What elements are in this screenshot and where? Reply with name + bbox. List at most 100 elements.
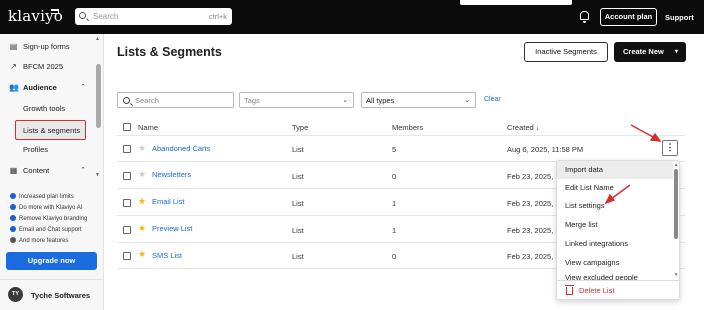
- list-name-link[interactable]: Email List: [152, 197, 185, 206]
- account-name[interactable]: Tyche Softwares: [31, 291, 90, 300]
- menu-item-merge-list[interactable]: Merge list: [557, 216, 673, 234]
- menu-item-view-excluded-people[interactable]: View excluded people: [557, 271, 673, 280]
- star-icon[interactable]: ★: [138, 197, 146, 206]
- promo-item: Increased plan limits: [10, 193, 74, 200]
- list-created: Feb 23, 2025, 3:: [507, 226, 562, 235]
- sidebar-item-lists-segments[interactable]: Lists & segments: [15, 120, 86, 140]
- list-members: 0: [392, 172, 397, 181]
- support-link[interactable]: Support: [665, 13, 694, 22]
- sidebar-scroll-up-icon[interactable]: ▲: [95, 36, 100, 42]
- check-icon: [10, 193, 16, 199]
- list-name-link[interactable]: Abandoned Carts: [152, 144, 210, 153]
- menu-item-import-data[interactable]: Import data: [557, 161, 673, 179]
- menu-scrollbar[interactable]: [674, 169, 678, 239]
- column-header-created[interactable]: Created ↓: [507, 123, 540, 132]
- list-name-link[interactable]: Preview List: [152, 224, 192, 233]
- row-checkbox[interactable]: [123, 172, 131, 180]
- type-select[interactable]: All types ⌄: [361, 92, 476, 108]
- bell-icon[interactable]: [580, 11, 589, 23]
- account-plan-button[interactable]: Account plan: [600, 8, 657, 26]
- star-icon[interactable]: ★: [138, 224, 146, 233]
- list-created: Feb 23, 2025, 3:: [507, 172, 562, 181]
- list-type: List: [292, 145, 304, 154]
- list-type: List: [292, 252, 304, 261]
- inactive-segments-button[interactable]: Inactive Segments: [524, 42, 608, 62]
- column-header-members[interactable]: Members: [392, 123, 423, 132]
- sidebar-item-label: BFCM 2025: [23, 62, 64, 71]
- search-shortcut-hint: ctrl+k: [208, 12, 227, 21]
- star-icon[interactable]: ★: [138, 250, 146, 259]
- delete-list-label: Delete List: [579, 286, 615, 295]
- row-checkbox[interactable]: [123, 226, 131, 234]
- star-icon[interactable]: ★: [138, 144, 146, 153]
- list-search-input[interactable]: Search: [117, 92, 234, 108]
- row-actions-menu: Import data Edit List Name List settings…: [556, 160, 680, 300]
- list-created: Feb 23, 2025, 3:: [507, 199, 562, 208]
- check-icon: [10, 215, 16, 221]
- menu-scroll-down-icon[interactable]: ▼: [674, 272, 678, 277]
- list-name-link[interactable]: SMS List: [152, 251, 182, 260]
- chevron-down-icon: ▾: [674, 49, 678, 55]
- chevron-down-icon: ⌄: [342, 97, 348, 104]
- list-type: List: [292, 172, 304, 181]
- trash-icon: [564, 285, 574, 295]
- row-checkbox[interactable]: [123, 199, 131, 207]
- header-divider: [117, 135, 685, 136]
- sidebar-scroll-down-icon[interactable]: ▼: [95, 172, 100, 178]
- sidebar-item-growth-tools[interactable]: Growth tools: [0, 100, 96, 118]
- create-new-label: Create New: [623, 47, 664, 56]
- tags-select[interactable]: Tags ⌄: [239, 92, 354, 108]
- plus-icon: [10, 237, 16, 243]
- sidebar-item-content[interactable]: ▦ Content ⌃: [0, 162, 96, 180]
- row-checkbox[interactable]: [123, 252, 131, 260]
- promo-item: Remove Klaviyo branding: [10, 215, 87, 222]
- sidebar: ▤ Sign-up forms ↗ BFCM 2025 👥 Audience ⌃…: [0, 34, 104, 310]
- sidebar-item-label: Audience: [23, 83, 57, 92]
- search-icon: [123, 96, 130, 104]
- clear-filters-link[interactable]: Clear: [484, 96, 501, 103]
- menu-item-list-settings[interactable]: List settings: [557, 197, 673, 215]
- menu-item-view-campaigns[interactable]: View campaigns: [557, 254, 673, 272]
- menu-item-delete-list[interactable]: Delete List: [557, 282, 679, 299]
- sidebar-item-signup-forms[interactable]: ▤ Sign-up forms: [0, 38, 96, 56]
- menu-item-linked-integrations[interactable]: Linked integrations: [557, 235, 673, 253]
- sidebar-scrollbar[interactable]: [96, 64, 101, 128]
- sidebar-item-profiles[interactable]: Profiles: [0, 141, 96, 159]
- list-search-placeholder: Search: [135, 96, 159, 105]
- check-icon: [10, 226, 16, 232]
- sidebar-item-label: Lists & segments: [23, 125, 81, 135]
- sidebar-item-audience[interactable]: 👥 Audience ⌃: [0, 79, 96, 97]
- sidebar-item-bfcm-2025[interactable]: ↗ BFCM 2025: [0, 58, 96, 76]
- upgrade-now-button[interactable]: Upgrade now: [6, 252, 97, 270]
- logo-flag-icon: [51, 9, 59, 14]
- menu-item-edit-list-name[interactable]: Edit List Name: [557, 179, 673, 197]
- list-name-link[interactable]: Newsletters: [152, 170, 191, 179]
- row-actions-menu-button[interactable]: ⋮: [662, 140, 678, 156]
- search-icon: [79, 12, 86, 19]
- notification-banner-edge: [460, 0, 572, 5]
- star-icon[interactable]: ★: [138, 170, 146, 179]
- form-icon: ▤: [9, 42, 18, 51]
- avatar[interactable]: TY: [8, 287, 23, 302]
- column-header-type[interactable]: Type: [292, 123, 308, 132]
- select-all-checkbox[interactable]: [123, 123, 131, 131]
- create-new-button[interactable]: Create New ▾: [614, 42, 686, 62]
- top-bar: klaviyo Search ctrl+k Account plan Suppo…: [0, 0, 704, 34]
- row-checkbox[interactable]: [123, 145, 131, 153]
- list-type: List: [292, 199, 304, 208]
- sidebar-item-label: Growth tools: [23, 104, 66, 113]
- list-type: List: [292, 226, 304, 235]
- chevron-up-icon: ⌃: [80, 167, 86, 174]
- chevron-up-icon: ⌃: [80, 84, 86, 91]
- sidebar-item-label: Content: [23, 166, 50, 175]
- promo-item: Do more with Klaviyo AI: [10, 204, 82, 211]
- menu-scroll-up-icon[interactable]: ▲: [674, 162, 678, 167]
- arrow-to-kebab-icon: [630, 124, 662, 142]
- column-header-name[interactable]: Name: [138, 123, 158, 132]
- sidebar-item-label: Profiles: [23, 145, 49, 154]
- content-icon: ▦: [9, 166, 18, 175]
- global-search-input[interactable]: Search ctrl+k: [75, 8, 232, 25]
- list-members: 0: [392, 252, 397, 261]
- people-icon: 👥: [9, 83, 19, 92]
- chevron-down-icon: ⌄: [464, 97, 470, 104]
